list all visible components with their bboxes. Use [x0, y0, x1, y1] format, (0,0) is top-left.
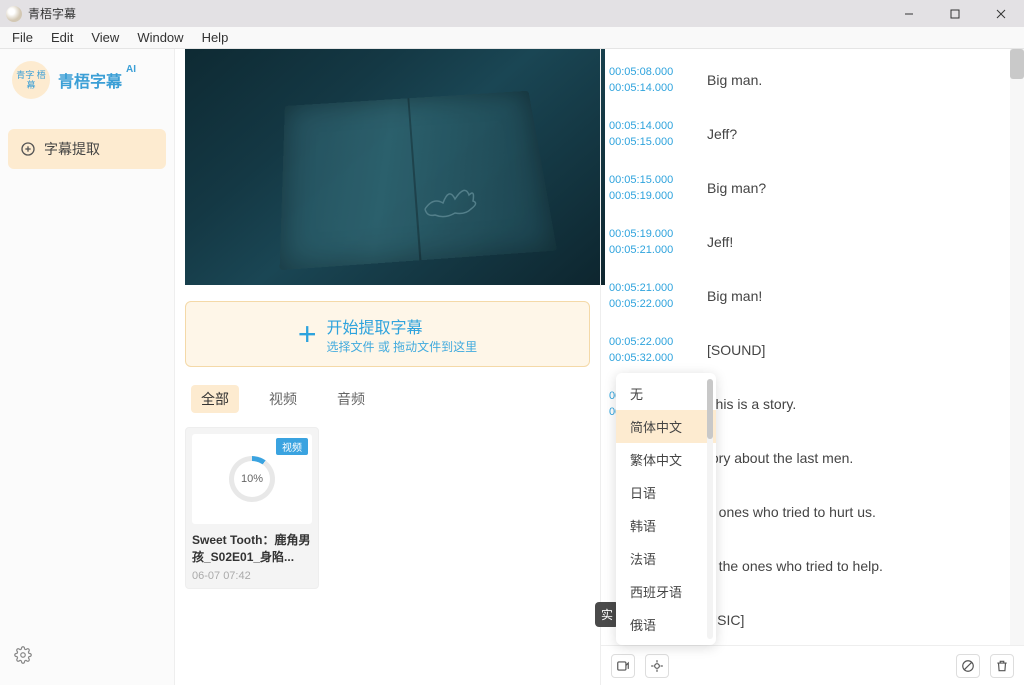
- main-panel: + 开始提取字幕 选择文件 或 拖动文件到这里 全部 视频 音频 视频 10% …: [175, 49, 600, 685]
- subtitle-text: Big man.: [707, 72, 762, 88]
- language-option[interactable]: 繁体中文: [616, 443, 716, 476]
- minimize-button[interactable]: [886, 0, 932, 27]
- locate-button[interactable]: [645, 654, 669, 678]
- image-export-icon: [616, 659, 630, 673]
- export-button[interactable]: [611, 654, 635, 678]
- subtitle-text: This is a story.: [707, 396, 796, 412]
- video-preview[interactable]: [185, 49, 605, 285]
- plus-icon: +: [298, 318, 317, 350]
- window-controls: [886, 0, 1024, 27]
- dropzone-subtitle: 选择文件 或 拖动文件到这里: [327, 338, 478, 355]
- dropzone[interactable]: + 开始提取字幕 选择文件 或 拖动文件到这里: [185, 301, 590, 367]
- subtitle-times: 00:05:22.00000:05:32.000: [609, 334, 681, 367]
- sidebar: 青字 梧幕 青梧字幕 AI 字幕提取: [0, 49, 175, 685]
- scrollbar-thumb[interactable]: [1010, 49, 1024, 79]
- tab-all[interactable]: 全部: [191, 385, 239, 413]
- plus-circle-icon: [20, 141, 36, 157]
- logo-badge: 青字 梧幕: [12, 61, 50, 99]
- media-type-badge: 视频: [276, 438, 308, 455]
- extract-subtitle-button[interactable]: 字幕提取: [8, 129, 166, 169]
- app-icon: [6, 6, 22, 22]
- subtitle-times: 00:05:21.00000:05:22.000: [609, 280, 681, 313]
- trash-icon: [995, 659, 1009, 673]
- subtitle-text: [SOUND]: [707, 342, 765, 358]
- crosshair-icon: [650, 659, 664, 673]
- menu-edit[interactable]: Edit: [43, 28, 81, 47]
- gear-icon: [14, 646, 32, 664]
- card-title: Sweet Tooth：鹿角男孩_S02E01_身陷...: [192, 532, 312, 566]
- language-option[interactable]: 俄语: [616, 608, 716, 641]
- subtitle-text: Big man?: [707, 180, 766, 196]
- language-option[interactable]: 法语: [616, 542, 716, 575]
- media-card[interactable]: 视频 10% Sweet Tooth：鹿角男孩_S02E01_身陷... 06-…: [185, 427, 319, 589]
- menu-help[interactable]: Help: [194, 28, 237, 47]
- subtitle-row[interactable]: 00:05:19.00000:05:21.000 Jeff!: [609, 215, 1010, 269]
- subtitle-times: 00:05:14.00000:05:15.000: [609, 118, 681, 151]
- delete-button[interactable]: [990, 654, 1014, 678]
- language-option[interactable]: 韩语: [616, 509, 716, 542]
- deer-illustration: [415, 179, 485, 229]
- extract-label: 字幕提取: [44, 139, 100, 159]
- language-option[interactable]: 西班牙语: [616, 575, 716, 608]
- dropdown-scrollbar-thumb[interactable]: [707, 379, 713, 439]
- tab-video[interactable]: 视频: [259, 385, 307, 413]
- subtitle-row[interactable]: 00:05:14.00000:05:15.000 Jeff?: [609, 107, 1010, 161]
- menu-view[interactable]: View: [83, 28, 127, 47]
- subtitle-times: 00:05:19.00000:05:21.000: [609, 226, 681, 259]
- subtitle-text: Big man!: [707, 288, 762, 304]
- language-option[interactable]: 简体中文: [616, 410, 716, 443]
- logo-text: 青梧字幕 AI: [58, 68, 122, 92]
- titlebar: 青梧字幕: [0, 0, 1024, 27]
- scrollbar[interactable]: [1010, 49, 1024, 645]
- subtitle-row[interactable]: 00:05:08.00000:05:14.000 Big man.: [609, 53, 1010, 107]
- menu-file[interactable]: File: [4, 28, 41, 47]
- no-circle-icon: [961, 659, 975, 673]
- subtitle-text: tory about the last men.: [707, 450, 853, 466]
- menu-window[interactable]: Window: [129, 28, 191, 47]
- card-date: 06-07 07:42: [192, 570, 312, 582]
- card-thumbnail: 视频 10%: [192, 434, 312, 524]
- subtitle-row[interactable]: 00:05:22.00000:05:32.000 [SOUND]: [609, 323, 1010, 377]
- filter-tabs: 全部 视频 音频: [185, 385, 590, 413]
- menubar: File Edit View Window Help: [0, 27, 1024, 49]
- subtitle-times: 00:05:15.00000:05:19.000: [609, 172, 681, 205]
- window-title: 青梧字幕: [28, 5, 76, 22]
- language-option[interactable]: 日语: [616, 476, 716, 509]
- language-option[interactable]: 无: [616, 377, 716, 410]
- tab-audio[interactable]: 音频: [327, 385, 375, 413]
- block-button[interactable]: [956, 654, 980, 678]
- subtitle-text: Jeff!: [707, 234, 733, 250]
- subtitle-footer: [601, 645, 1024, 685]
- subtitle-times: 00:05:08.00000:05:14.000: [609, 64, 681, 97]
- dropzone-title: 开始提取字幕: [327, 314, 478, 338]
- subtitle-panel: 00:05:08.00000:05:14.000 Big man. 00:05:14…: [600, 49, 1024, 685]
- progress-ring: 10%: [229, 456, 275, 502]
- progress-text: 10%: [241, 473, 263, 485]
- subtitle-row[interactable]: 00:05:21.00000:05:22.000 Big man!: [609, 269, 1010, 323]
- logo: 青字 梧幕 青梧字幕 AI: [8, 61, 166, 99]
- subtitle-row[interactable]: 00:05:15.00000:05:19.000 Big man?: [609, 161, 1010, 215]
- subtitle-text: d the ones who tried to help.: [707, 558, 883, 574]
- subtitle-text: Jeff?: [707, 126, 737, 142]
- close-button[interactable]: [978, 0, 1024, 27]
- settings-button[interactable]: [8, 640, 166, 673]
- language-dropdown[interactable]: 无简体中文繁体中文日语韩语法语西班牙语俄语: [616, 373, 716, 645]
- subtitle-text: e ones who tried to hurt us.: [707, 504, 876, 520]
- logo-ai: AI: [126, 64, 136, 75]
- maximize-button[interactable]: [932, 0, 978, 27]
